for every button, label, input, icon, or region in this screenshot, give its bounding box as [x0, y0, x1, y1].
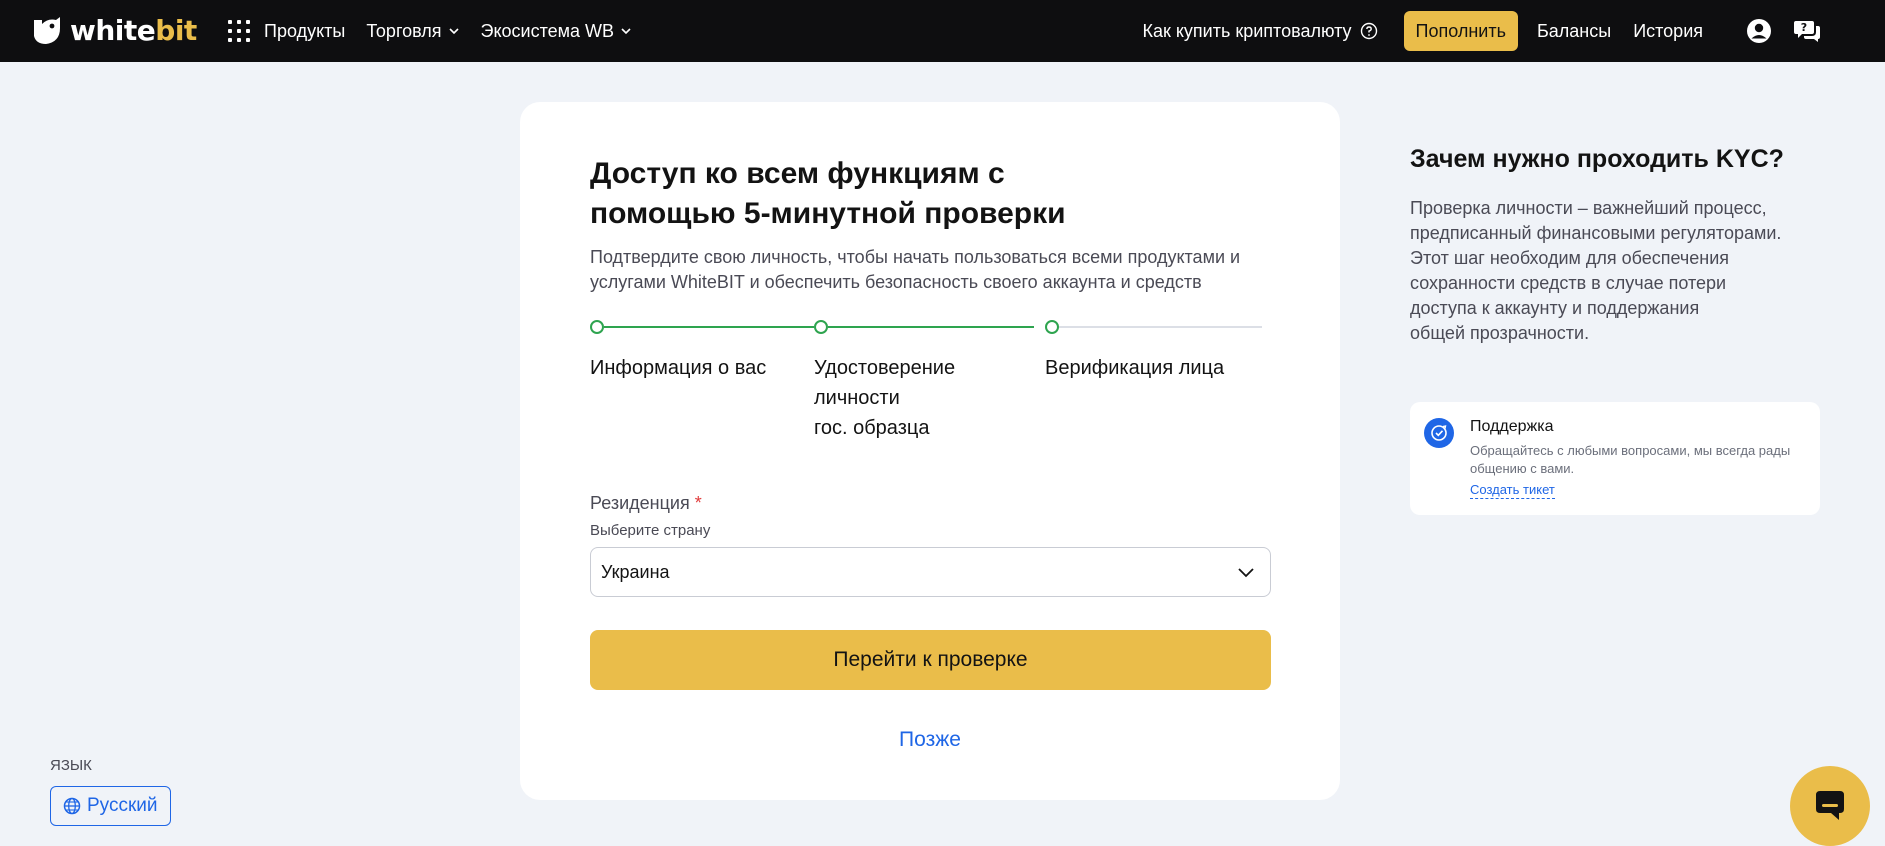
- nav-trading-label: Торговля: [366, 20, 442, 41]
- nav-products[interactable]: Продукты: [264, 21, 345, 42]
- apps-grid-icon[interactable]: [228, 20, 250, 42]
- history-link[interactable]: История: [1633, 21, 1703, 42]
- logo-text: whitebit: [70, 17, 197, 45]
- page-subtitle: Подтвердите свою личность, чтобы начать …: [590, 247, 1241, 292]
- language-label: ЯЗЫК: [50, 757, 92, 774]
- required-mark: *: [694, 493, 702, 513]
- kyc-info-line: общей прозрачности.: [1410, 323, 1590, 343]
- support-card: Поддержка Обращайтесь с любыми вопросами…: [1410, 402, 1820, 515]
- messages-button[interactable]: ?: [1793, 17, 1821, 45]
- stepper-line-2: [828, 326, 1034, 328]
- step-2-label-line: Удостоверение: [814, 357, 956, 379]
- svg-text:?: ?: [1801, 21, 1807, 34]
- kyc-info-panel: Зачем нужно проходить KYC? Проверка личн…: [1410, 142, 1830, 346]
- kyc-info-line: доступа к аккаунту и поддержания: [1410, 298, 1700, 318]
- step-2-dot: [814, 320, 828, 334]
- nav-trading[interactable]: Торговля: [366, 21, 459, 42]
- residence-hint: Выберите страну: [590, 522, 711, 539]
- main-nav: Продукты Торговля Экосистема WB: [228, 0, 653, 62]
- stepper-line-1: [604, 326, 814, 328]
- step-2-label: Удостоверение личности гос. образца: [814, 353, 955, 443]
- chevron-down-icon: [1238, 568, 1254, 578]
- how-to-buy-label: Как купить криптовалюту: [1142, 20, 1352, 41]
- language-value: Русский: [87, 795, 158, 816]
- balances-link[interactable]: Балансы: [1537, 21, 1611, 42]
- step-2-label-line: личности: [814, 387, 900, 409]
- page-title: Доступ ко всем функциям с помощью 5-мину…: [590, 157, 1066, 230]
- country-select[interactable]: Украина: [590, 547, 1271, 597]
- kyc-card-content: Доступ ко всем функциям с помощью 5-мину…: [590, 154, 1271, 752]
- chevron-down-icon: [448, 28, 459, 35]
- help-circle-icon: [1360, 22, 1377, 40]
- how-to-buy-link[interactable]: Как купить криптовалюту: [1142, 21, 1377, 42]
- language-selector[interactable]: Русский: [50, 786, 171, 826]
- nav-ecosystem-label: Экосистема WB: [480, 20, 615, 41]
- chevron-down-icon: [621, 28, 631, 35]
- create-ticket-link[interactable]: Создать тикет: [1470, 482, 1555, 499]
- kyc-info-title: Зачем нужно проходить KYC?: [1410, 145, 1784, 173]
- step-3-label: Верификация лица: [1045, 357, 1225, 379]
- user-icon: [1747, 19, 1771, 43]
- start-verification-button[interactable]: Перейти к проверке: [590, 630, 1271, 690]
- support-title: Поддержка: [1470, 418, 1554, 435]
- kyc-info-line: предписанный финансовыми регуляторами.: [1410, 223, 1782, 243]
- residence-label: Резиденция *: [590, 493, 1270, 514]
- kyc-info-line: Проверка личности – важнейший процесс,: [1410, 198, 1767, 218]
- globe-icon: [63, 797, 81, 815]
- step-2-label-line: гос. образца: [814, 417, 930, 439]
- account-button[interactable]: [1745, 17, 1773, 45]
- chat-bubble-icon: [1816, 791, 1844, 820]
- support-text: Обращайтесь с любыми вопросами, мы всегд…: [1470, 443, 1791, 476]
- top-navigation-bar: whitebit Продукты Торговля Экосистема WB…: [0, 0, 1885, 62]
- whitebit-logo[interactable]: whitebit: [30, 14, 197, 48]
- logo-mark-icon: [34, 17, 60, 44]
- nav-products-label: Продукты: [264, 20, 346, 41]
- deposit-button[interactable]: Пополнить: [1403, 11, 1518, 51]
- kyc-card: Доступ ко всем функциям с помощью 5-мину…: [520, 102, 1340, 800]
- step-1-dot: [590, 320, 604, 334]
- step-3-dot: [1045, 320, 1059, 334]
- kyc-info-line: сохранности средств в случае потери: [1410, 273, 1727, 293]
- header-actions: Как купить криптовалюту Пополнить Баланс…: [1142, 0, 1821, 62]
- residence-label-text: Резиденция: [590, 493, 690, 513]
- logo-text-main: white: [70, 14, 156, 47]
- country-select-value: Украина: [601, 561, 670, 582]
- support-clock-icon: [1424, 418, 1454, 448]
- logo-text-accent: bit: [155, 14, 197, 47]
- chat-icon: ?: [1794, 21, 1820, 42]
- nav-ecosystem[interactable]: Экосистема WB: [481, 21, 633, 42]
- verification-stepper: Информация о вас Удостоверение личности …: [590, 319, 1270, 459]
- live-chat-button[interactable]: [1790, 766, 1870, 846]
- kyc-info-line: Этот шаг необходим для обеспечения: [1410, 248, 1730, 268]
- support-body: Поддержка Обращайтесь с любыми вопросами…: [1470, 418, 1810, 499]
- later-link[interactable]: Позже: [590, 728, 1270, 752]
- kyc-info-text: Проверка личности – важнейший процесс, п…: [1410, 196, 1810, 346]
- stepper-line-3: [1048, 326, 1262, 328]
- step-1-label: Информация о вас: [590, 357, 767, 379]
